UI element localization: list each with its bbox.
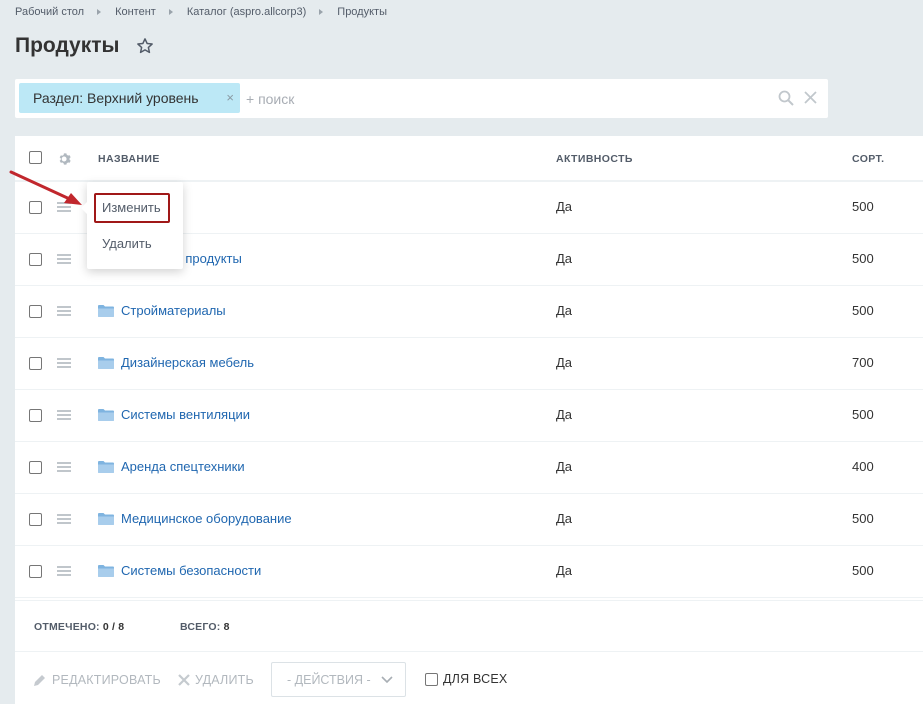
for-all-toggle[interactable]: ДЛЯ ВСЕХ (425, 672, 507, 686)
column-header-name[interactable]: НАЗВАНИЕ (98, 153, 160, 165)
row-name-link[interactable]: Медицинское оборудование (121, 511, 292, 526)
edit-button-label: РЕДАКТИРОВАТЬ (52, 673, 161, 687)
row-checkbox[interactable] (29, 565, 42, 578)
folder-icon (98, 565, 114, 577)
selected-count-label: ОТМЕЧЕНО: (34, 621, 100, 633)
row-checkbox[interactable] (29, 409, 42, 422)
filter-bar[interactable]: Раздел: Верхний уровень × + поиск (15, 79, 828, 118)
total-count-value: 8 (223, 621, 230, 633)
highlight-frame (94, 193, 170, 223)
row-active-value: Да (556, 303, 573, 318)
folder-icon (98, 461, 114, 473)
row-active-value: Да (556, 459, 573, 474)
row-checkbox[interactable] (29, 305, 42, 318)
select-all-checkbox[interactable] (29, 151, 42, 164)
row-active-value: Да (556, 251, 573, 266)
grid-header: НАЗВАНИЕ АКТИВНОСТЬ СОРТ. (15, 136, 923, 182)
table-row[interactable]: Системы безопасности Да 500 (15, 546, 923, 598)
page-title-container: Продукты (15, 34, 154, 58)
column-header-sort[interactable]: СОРТ. (852, 153, 885, 165)
delete-button-label: УДАЛИТЬ (195, 673, 254, 687)
folder-icon (98, 513, 114, 525)
row-menu-icon[interactable] (57, 254, 71, 264)
row-sort-value: 500 (852, 563, 874, 578)
selected-count: ОТМЕЧЕНО: 0 / 8 (34, 621, 124, 633)
row-name-link[interactable]: Дизайнерская мебель (121, 355, 254, 370)
row-menu-icon[interactable] (57, 358, 71, 368)
annotation-arrow-icon (9, 170, 82, 205)
row-active-value: Да (556, 407, 573, 422)
row-sort-value: 500 (852, 251, 874, 266)
row-menu-icon[interactable] (57, 566, 71, 576)
actions-select[interactable]: - ДЕЙСТВИЯ - (271, 662, 406, 697)
row-name-link[interactable]: Стройматериалы (121, 303, 226, 318)
row-menu-icon[interactable] (57, 462, 71, 472)
breadcrumb: Рабочий стол Контент Каталог (aspro.allc… (15, 6, 387, 18)
row-checkbox[interactable] (29, 461, 42, 474)
row-checkbox[interactable] (29, 253, 42, 266)
table-row[interactable]: Аренда спецтехники Да 400 (15, 442, 923, 494)
total-count-label: ВСЕГО: (180, 621, 221, 633)
row-sort-value: 400 (852, 459, 874, 474)
row-menu-icon[interactable] (57, 410, 71, 420)
breadcrumb-content[interactable]: Контент (115, 6, 156, 18)
filter-tag[interactable]: Раздел: Верхний уровень × (19, 83, 240, 113)
row-sort-value: 500 (852, 303, 874, 318)
row-active-value: Да (556, 563, 573, 578)
table-row[interactable]: Стройматериалы Да 500 (15, 286, 923, 338)
breadcrumb-separator-icon (319, 9, 324, 15)
selected-count-value: 0 / 8 (102, 621, 125, 633)
breadcrumb-products[interactable]: Продукты (337, 6, 387, 18)
close-icon (178, 674, 190, 686)
folder-icon (98, 409, 114, 421)
row-checkbox[interactable] (29, 357, 42, 370)
clear-icon[interactable] (804, 91, 817, 104)
filter-tag-close-icon[interactable]: × (226, 90, 234, 105)
page-title: Продукты (15, 34, 120, 57)
delete-button[interactable]: УДАЛИТЬ (178, 673, 254, 687)
row-menu-icon[interactable] (57, 306, 71, 316)
row-name-link[interactable]: Системы вентиляции (121, 407, 250, 422)
star-icon[interactable] (136, 37, 154, 55)
row-sort-value: 700 (852, 355, 874, 370)
edit-button[interactable]: РЕДАКТИРОВАТЬ (33, 673, 161, 687)
for-all-label: ДЛЯ ВСЕХ (443, 672, 508, 686)
search-icon[interactable] (778, 90, 794, 106)
action-bar: РЕДАКТИРОВАТЬ УДАЛИТЬ - ДЕЙСТВИЯ - ДЛЯ В… (15, 651, 923, 704)
table-row[interactable]: Системы вентиляции Да 500 (15, 390, 923, 442)
table-row[interactable]: Медицинское оборудование Да 500 (15, 494, 923, 546)
breadcrumb-separator-icon (97, 9, 102, 15)
chevron-down-icon (381, 676, 393, 684)
row-name-link[interactable]: Системы безопасности (121, 563, 261, 578)
actions-select-value: - ДЕЙСТВИЯ - (287, 672, 371, 687)
search-input[interactable]: + поиск (246, 91, 294, 107)
filter-tag-label: Раздел: Верхний уровень (33, 90, 199, 106)
row-sort-value: 500 (852, 407, 874, 422)
total-count: ВСЕГО: 8 (180, 621, 230, 633)
folder-icon (98, 305, 114, 317)
row-active-value: Да (556, 199, 573, 214)
gear-icon[interactable] (58, 152, 72, 166)
column-header-active[interactable]: АКТИВНОСТЬ (556, 153, 633, 165)
row-menu-icon[interactable] (57, 514, 71, 524)
breadcrumb-separator-icon (168, 9, 173, 15)
grid-footer: ОТМЕЧЕНО: 0 / 8 ВСЕГО: 8 (15, 600, 923, 651)
row-active-value: Да (556, 355, 573, 370)
breadcrumb-desktop[interactable]: Рабочий стол (15, 6, 84, 18)
row-name-link[interactable]: Аренда спецтехники (121, 459, 245, 474)
pencil-icon (34, 675, 45, 686)
for-all-checkbox[interactable] (425, 672, 438, 686)
row-checkbox[interactable] (29, 513, 42, 526)
row-active-value: Да (556, 511, 573, 526)
context-menu-delete[interactable]: Удалить (102, 236, 152, 251)
folder-icon (98, 357, 114, 369)
row-sort-value: 500 (852, 511, 874, 526)
breadcrumb-catalog[interactable]: Каталог (aspro.allcorp3) (187, 6, 306, 18)
table-row[interactable]: Дизайнерская мебель Да 700 (15, 338, 923, 390)
row-sort-value: 500 (852, 199, 874, 214)
